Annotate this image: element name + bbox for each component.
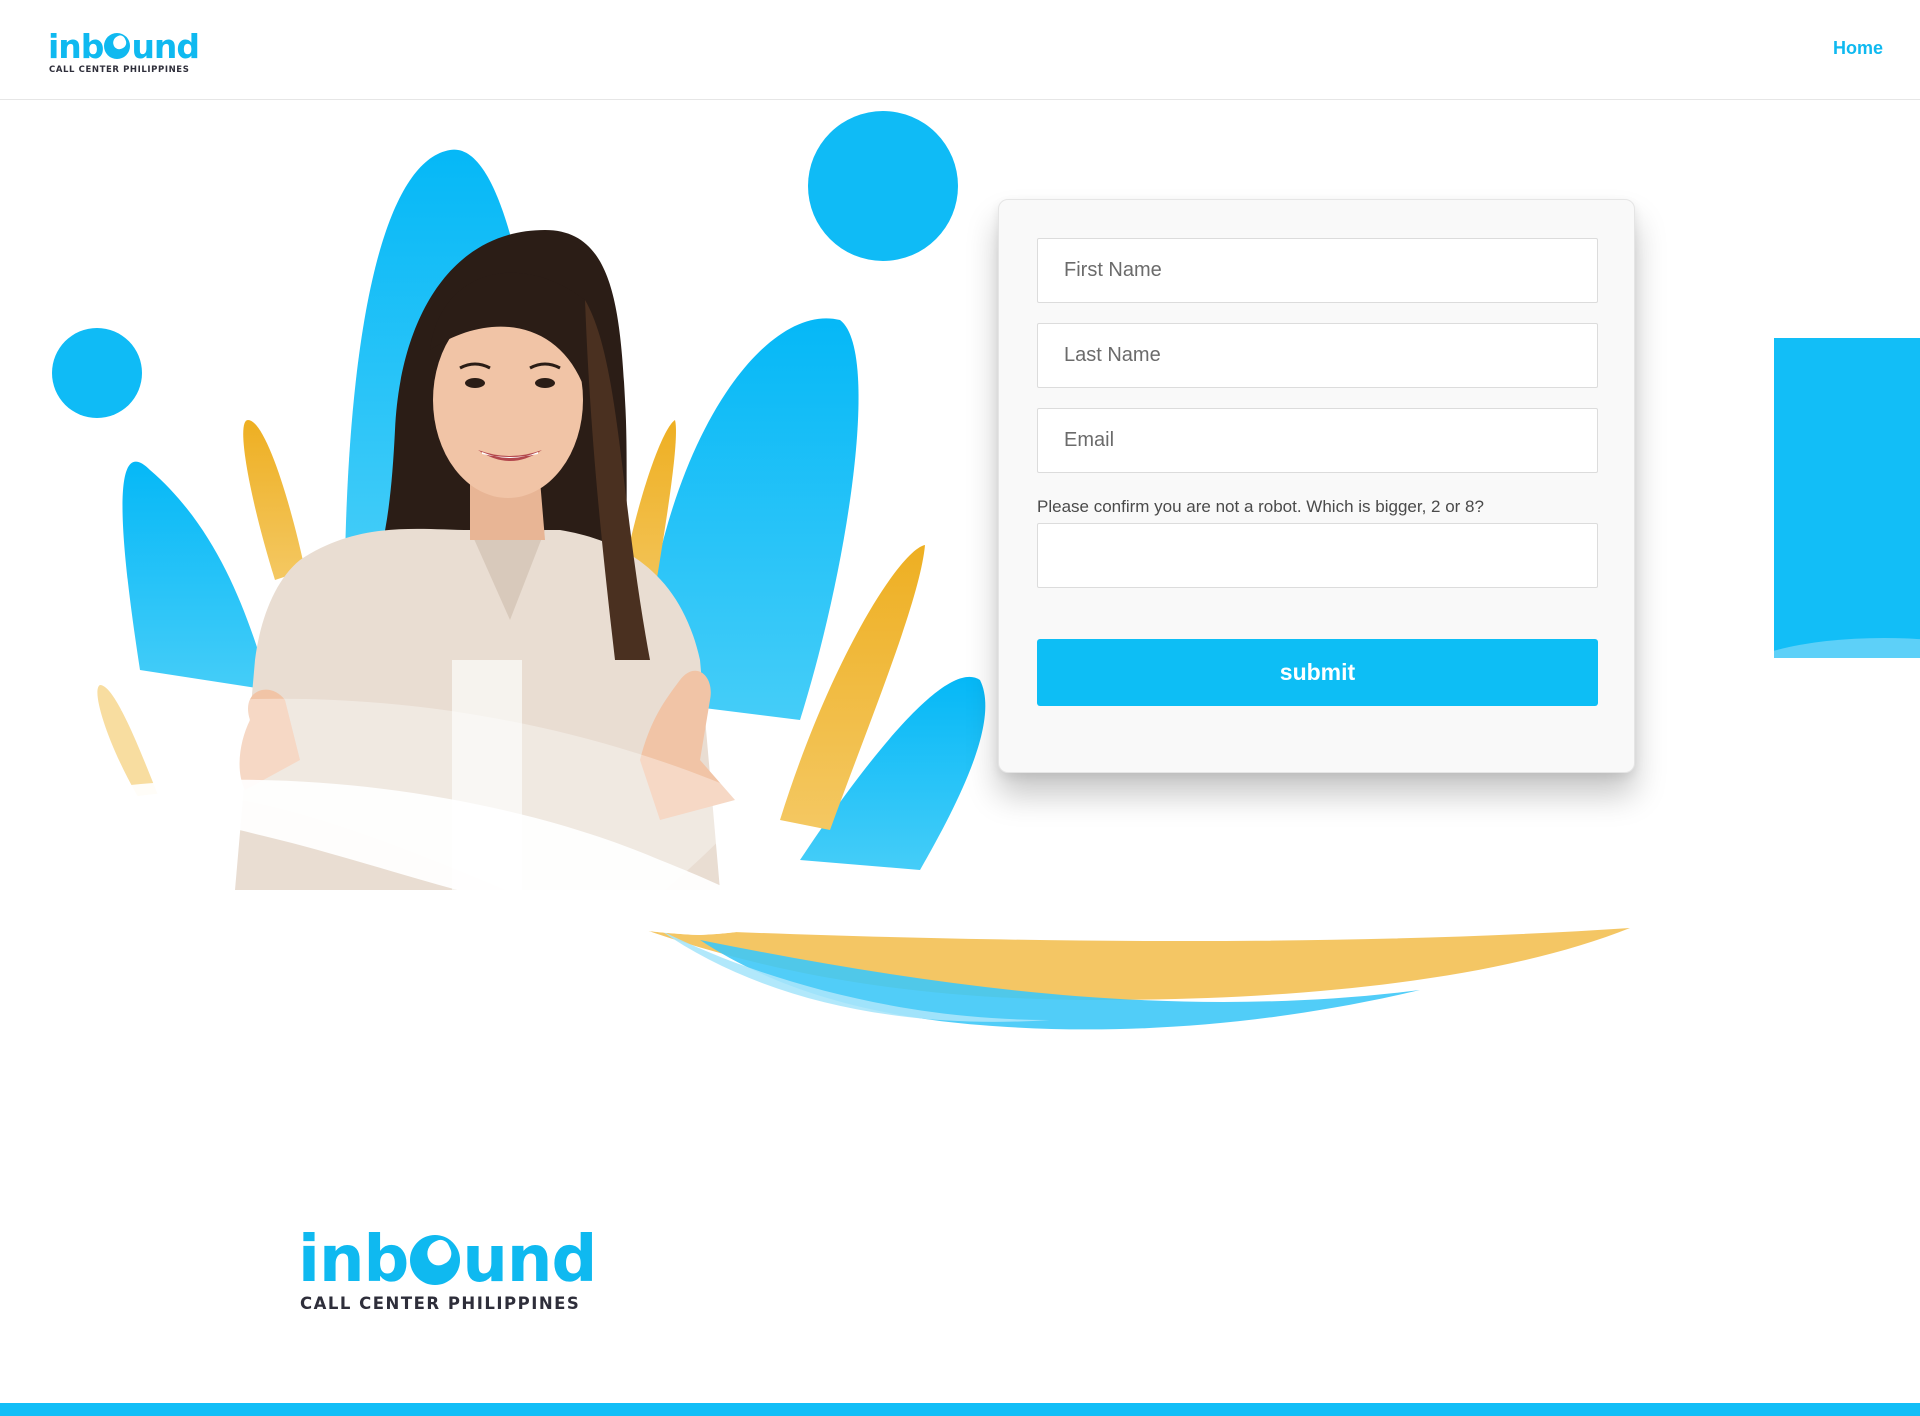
footer-logo: inb und CALL CENTER PHILIPPINES — [298, 1223, 597, 1313]
header-logo[interactable]: inb und CALL CENTER PHILIPPINES — [48, 26, 200, 76]
captcha-label: Please confirm you are not a robot. Whic… — [1037, 497, 1484, 516]
logo-tagline: CALL CENTER PHILIPPINES — [49, 65, 190, 75]
logo-wordmark: inb und — [48, 26, 200, 66]
decor-right-block — [1774, 338, 1920, 658]
footer-logo-word-left: inb — [298, 1223, 409, 1297]
first-name-input[interactable] — [1037, 238, 1598, 303]
logo-word-right: und — [131, 26, 200, 66]
email-input[interactable] — [1037, 408, 1598, 473]
signup-form-card: Please confirm you are not a robot. Whic… — [998, 199, 1635, 773]
site-header: inb und CALL CENTER PHILIPPINES Home — [0, 0, 1920, 100]
captcha-input[interactable] — [1037, 523, 1598, 588]
footer-logo-o-icon — [410, 1235, 461, 1285]
last-name-input[interactable] — [1037, 323, 1598, 388]
nav-home-link[interactable]: Home — [1833, 38, 1883, 59]
logo-o-icon — [104, 33, 131, 59]
footer-bottom-bar — [0, 1403, 1920, 1416]
logo-word-left: inb — [48, 26, 104, 66]
submit-button[interactable]: submit — [1037, 639, 1598, 706]
footer-logo-word-right: und — [462, 1223, 597, 1297]
page: inb und CALL CENTER PHILIPPINES Home Fir… — [0, 0, 1920, 1416]
footer-logo-wordmark: inb und — [298, 1223, 597, 1297]
footer-logo-tagline: CALL CENTER PHILIPPINES — [300, 1294, 581, 1313]
